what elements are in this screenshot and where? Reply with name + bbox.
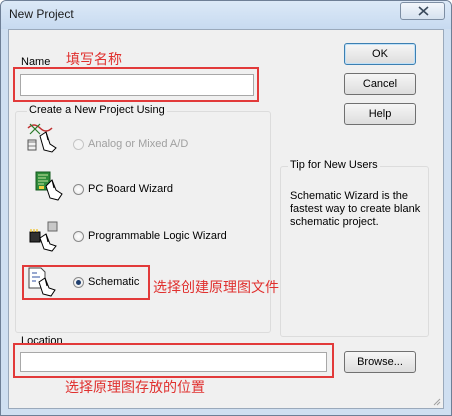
tip-text: Schematic Wizard is the fastest way to c… bbox=[290, 190, 421, 228]
programmable-logic-label: Programmable Logic Wizard bbox=[88, 230, 227, 242]
analog-radio[interactable] bbox=[73, 139, 84, 150]
schematic-highlight-box bbox=[22, 265, 150, 300]
close-button[interactable] bbox=[400, 2, 445, 20]
close-icon bbox=[418, 6, 429, 16]
programmable-logic-icon bbox=[28, 220, 60, 252]
browse-button[interactable]: Browse... bbox=[344, 351, 416, 373]
analog-wizard-icon bbox=[26, 122, 58, 154]
location-highlight-box bbox=[13, 343, 334, 378]
tip-group-title: Tip for New Users bbox=[288, 159, 380, 171]
help-button[interactable]: Help bbox=[344, 103, 416, 125]
pc-board-radio[interactable] bbox=[73, 184, 84, 195]
pcb-board-icon bbox=[34, 170, 66, 202]
pc-board-label: PC Board Wizard bbox=[88, 183, 173, 195]
name-highlight-box bbox=[13, 67, 259, 102]
location-annotation: 选择原理图存放的位置 bbox=[65, 380, 205, 396]
size-grip-icon[interactable] bbox=[431, 396, 441, 406]
project-type-group-title: Create a New Project Using bbox=[27, 104, 167, 116]
analog-label: Analog or Mixed A/D bbox=[88, 138, 189, 150]
title-bar[interactable]: New Project bbox=[1, 1, 451, 29]
dialog-title: New Project bbox=[9, 7, 74, 21]
new-project-dialog: New Project Name OK Cancel Help Create a… bbox=[0, 0, 452, 416]
schematic-annotation: 选择创建原理图文件 bbox=[153, 280, 279, 296]
programmable-logic-radio[interactable] bbox=[73, 231, 84, 242]
ok-button[interactable]: OK bbox=[344, 43, 416, 65]
cancel-button[interactable]: Cancel bbox=[344, 73, 416, 95]
name-annotation: 填写名称 bbox=[66, 52, 122, 68]
